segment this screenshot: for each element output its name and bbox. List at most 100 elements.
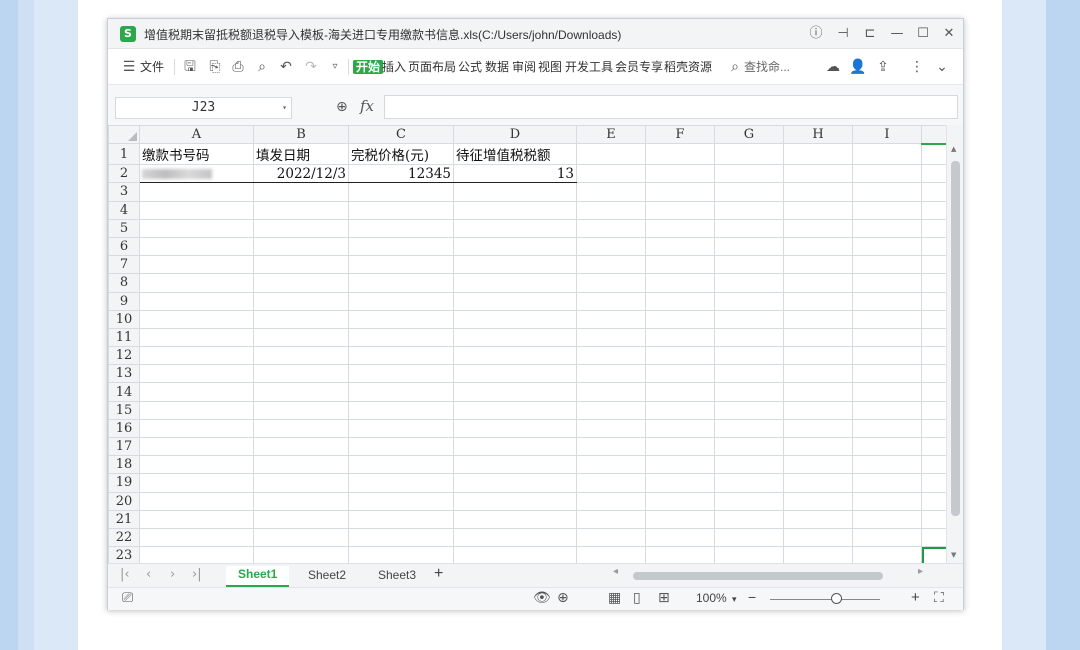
cell[interactable] xyxy=(576,309,646,329)
cell[interactable] xyxy=(453,200,577,220)
cell[interactable] xyxy=(348,473,454,493)
cell[interactable] xyxy=(714,143,784,166)
cell[interactable] xyxy=(576,200,646,220)
cell[interactable] xyxy=(576,273,646,293)
cell[interactable] xyxy=(783,436,853,457)
cell[interactable] xyxy=(852,309,922,329)
save-icon[interactable]: 🖫 xyxy=(181,58,199,76)
cell[interactable] xyxy=(714,200,784,220)
cell[interactable] xyxy=(139,327,254,348)
formula-input[interactable] xyxy=(384,95,958,119)
cell[interactable] xyxy=(852,418,922,439)
cell[interactable] xyxy=(348,491,454,511)
cell[interactable] xyxy=(253,273,349,293)
cell[interactable] xyxy=(852,346,922,366)
cell[interactable] xyxy=(714,400,784,420)
row-header[interactable]: 16 xyxy=(108,418,140,439)
column-header[interactable]: H xyxy=(783,125,853,145)
cell[interactable] xyxy=(348,182,454,202)
cell[interactable] xyxy=(139,382,254,402)
cell[interactable] xyxy=(783,182,853,202)
cell[interactable] xyxy=(852,218,922,238)
cell[interactable] xyxy=(783,364,853,384)
tab-sheet2[interactable]: Sheet2 xyxy=(308,568,346,582)
cell[interactable] xyxy=(139,364,254,384)
cell[interactable] xyxy=(576,473,646,493)
row-header[interactable]: 11 xyxy=(108,327,140,348)
cell-header-tax-receipt-no[interactable]: 缴款书号码 xyxy=(139,143,254,166)
cell-header-issue-date[interactable]: 填发日期 xyxy=(253,143,349,166)
cell[interactable] xyxy=(783,291,853,311)
row-header[interactable]: 2 xyxy=(108,164,140,184)
cell[interactable] xyxy=(453,546,577,563)
cell[interactable] xyxy=(783,327,853,348)
cell[interactable] xyxy=(783,400,853,420)
scroll-left-icon[interactable]: ◂ xyxy=(613,566,618,577)
cell[interactable] xyxy=(453,400,577,420)
cell[interactable] xyxy=(783,382,853,402)
cell[interactable] xyxy=(253,291,349,311)
column-header[interactable]: A xyxy=(139,125,254,145)
cell[interactable] xyxy=(453,509,577,529)
cell[interactable] xyxy=(253,182,349,202)
cell[interactable] xyxy=(852,236,922,257)
cell[interactable] xyxy=(852,473,922,493)
cell[interactable] xyxy=(645,273,715,293)
cell[interactable] xyxy=(139,527,254,548)
cell[interactable] xyxy=(139,291,254,311)
cell[interactable] xyxy=(852,255,922,275)
horizontal-scrollbar[interactable]: ◂ ▸ xyxy=(613,566,933,582)
cell[interactable] xyxy=(253,200,349,220)
cell[interactable] xyxy=(348,273,454,293)
cell[interactable] xyxy=(783,236,853,257)
cell[interactable] xyxy=(348,418,454,439)
cell[interactable] xyxy=(453,182,577,202)
cell[interactable] xyxy=(852,200,922,220)
row-header[interactable]: 23 xyxy=(108,546,140,563)
cell[interactable] xyxy=(783,418,853,439)
cell-header-dutiable-value[interactable]: 完税价格(元) xyxy=(348,143,454,166)
cell[interactable] xyxy=(714,164,784,184)
cell[interactable] xyxy=(645,309,715,329)
row-header[interactable]: 7 xyxy=(108,255,140,275)
first-sheet-icon[interactable]: |‹ xyxy=(120,567,130,582)
cell[interactable] xyxy=(714,364,784,384)
cell[interactable] xyxy=(852,546,922,563)
cell[interactable] xyxy=(852,527,922,548)
cell[interactable] xyxy=(714,327,784,348)
select-all-corner[interactable] xyxy=(108,125,140,145)
tab-view[interactable]: 视图 xyxy=(538,57,562,77)
cell[interactable] xyxy=(453,327,577,348)
row-header[interactable]: 5 xyxy=(108,218,140,238)
cell[interactable] xyxy=(783,309,853,329)
cell[interactable] xyxy=(348,309,454,329)
cell[interactable] xyxy=(453,382,577,402)
cell[interactable] xyxy=(852,164,922,184)
undo-icon[interactable]: ↶ xyxy=(277,58,295,76)
search-icon[interactable]: ⌕ xyxy=(726,58,744,76)
cell[interactable] xyxy=(348,400,454,420)
cell[interactable] xyxy=(139,418,254,439)
cell[interactable] xyxy=(348,255,454,275)
cell[interactable] xyxy=(576,291,646,311)
cell[interactable] xyxy=(852,327,922,348)
cell[interactable] xyxy=(852,273,922,293)
cell[interactable] xyxy=(645,527,715,548)
cell[interactable] xyxy=(645,418,715,439)
cloud-sync-icon[interactable]: ☁ xyxy=(824,58,842,76)
cell[interactable] xyxy=(453,491,577,511)
cell[interactable] xyxy=(783,164,853,184)
cell[interactable] xyxy=(714,309,784,329)
menu-icon[interactable]: ☰ xyxy=(120,58,138,76)
zoom-out-button[interactable]: − xyxy=(748,589,756,605)
cell[interactable] xyxy=(453,218,577,238)
cell[interactable] xyxy=(139,309,254,329)
cell[interactable] xyxy=(714,509,784,529)
cell[interactable] xyxy=(453,527,577,548)
zoom-slider-handle[interactable] xyxy=(831,593,842,604)
cell[interactable] xyxy=(645,236,715,257)
cell[interactable] xyxy=(139,455,254,475)
cell[interactable] xyxy=(139,200,254,220)
cell-issue-date[interactable]: 2022/12/3 xyxy=(253,164,349,184)
cell[interactable] xyxy=(576,527,646,548)
